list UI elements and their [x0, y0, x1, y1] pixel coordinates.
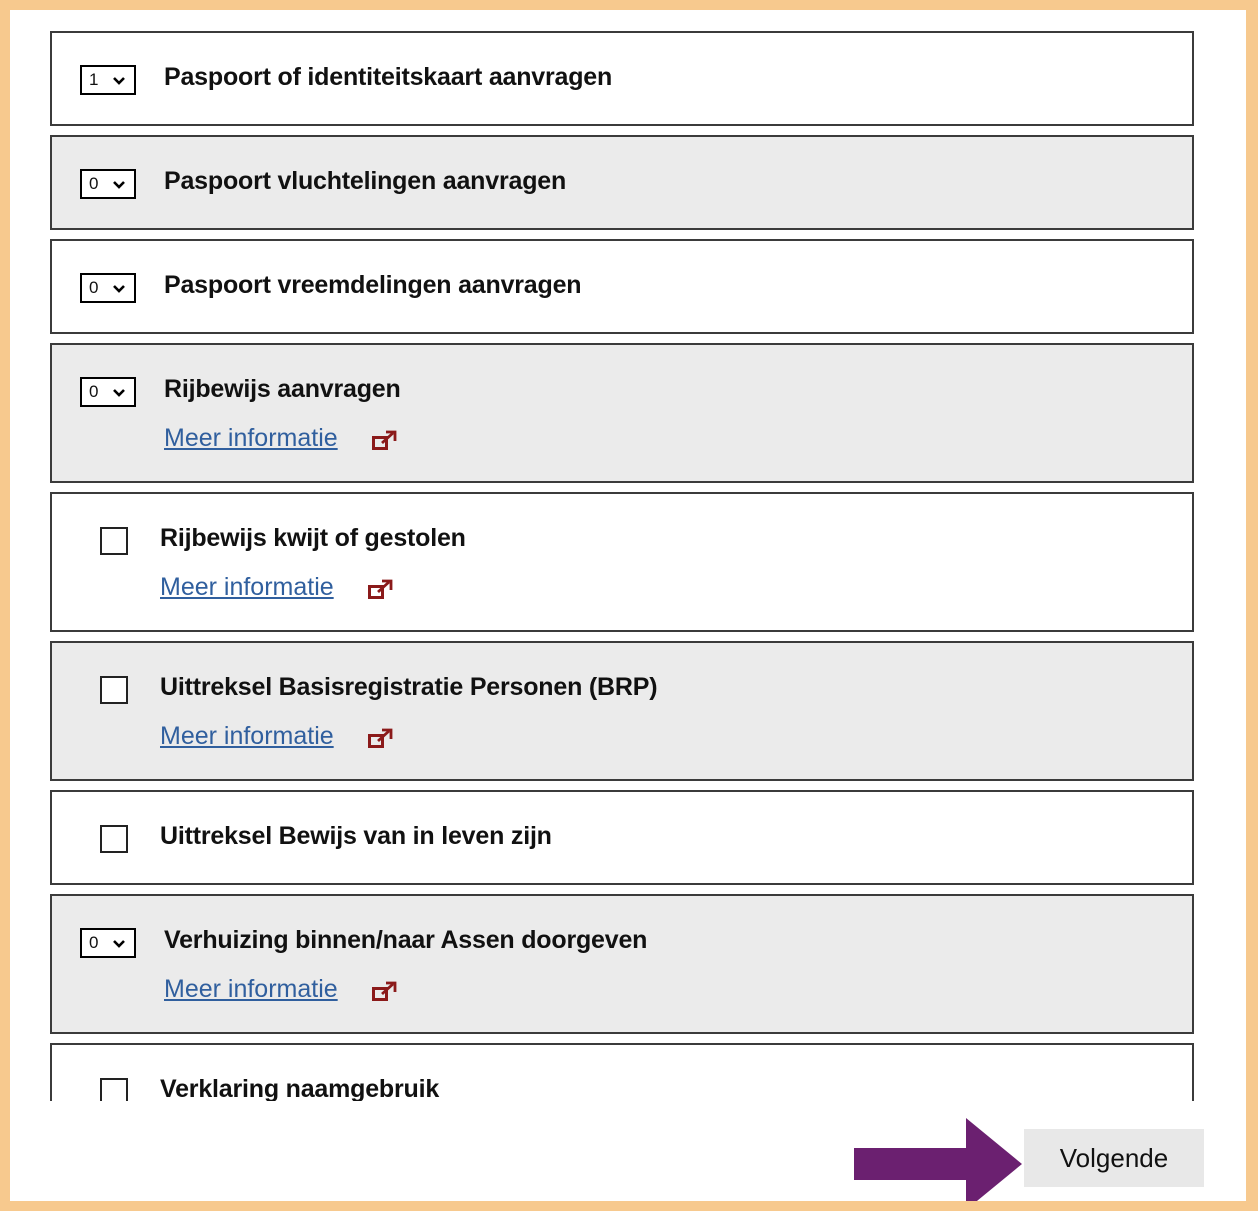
quantity-select[interactable]: 0 — [80, 928, 136, 958]
item-title: Paspoort vluchtelingen aanvragen — [164, 167, 567, 195]
list-item: 0 Verhuizing binnen/naar Assen doorgeven… — [50, 894, 1194, 1034]
more-info-link[interactable]: Meer informatie — [160, 722, 334, 751]
quantity-select[interactable]: 0 — [80, 169, 136, 199]
external-link-icon — [368, 579, 393, 599]
services-panel: 1 Paspoort of identiteitskaart aanvragen… — [10, 10, 1246, 1201]
list-item: 0 Paspoort vluchtelingen aanvragen — [50, 135, 1194, 230]
service-checkbox[interactable] — [100, 527, 128, 555]
chevron-down-icon — [113, 181, 125, 189]
more-info-link[interactable]: Meer informatie — [164, 975, 338, 1004]
service-checkbox[interactable] — [100, 825, 128, 853]
services-list: 1 Paspoort of identiteitskaart aanvragen… — [10, 10, 1246, 1101]
item-title: Verhuizing binnen/naar Assen doorgeven — [164, 926, 648, 954]
quantity-select[interactable]: 1 — [80, 65, 136, 95]
service-checkbox[interactable] — [100, 1078, 128, 1101]
more-info-link[interactable]: Meer informatie — [164, 424, 338, 453]
external-link-icon — [372, 981, 397, 1001]
arrow-right-icon — [854, 1118, 1022, 1201]
external-link-icon — [368, 728, 393, 748]
chevron-down-icon — [113, 389, 125, 397]
list-item: 0 Rijbewijs aanvragen Meer informatie — [50, 343, 1194, 483]
item-title: Rijbewijs aanvragen — [164, 375, 401, 403]
item-title: Paspoort of identiteitskaart aanvragen — [164, 63, 613, 91]
chevron-down-icon — [113, 940, 125, 948]
item-title: Verklaring naamgebruik — [160, 1075, 440, 1101]
more-info-link[interactable]: Meer informatie — [160, 573, 334, 602]
item-title: Uittreksel Bewijs van in leven zijn — [160, 822, 552, 850]
next-button[interactable]: Volgende — [1024, 1129, 1204, 1187]
list-item: 1 Paspoort of identiteitskaart aanvragen — [50, 31, 1194, 126]
chevron-down-icon — [113, 285, 125, 293]
list-item: Verklaring naamgebruik — [50, 1043, 1194, 1101]
list-item: 0 Paspoort vreemdelingen aanvragen — [50, 239, 1194, 334]
item-title: Paspoort vreemdelingen aanvragen — [164, 271, 582, 299]
item-title: Uittreksel Basisregistratie Personen (BR… — [160, 673, 658, 701]
service-checkbox[interactable] — [100, 676, 128, 704]
list-item: Uittreksel Basisregistratie Personen (BR… — [50, 641, 1194, 781]
quantity-select[interactable]: 0 — [80, 377, 136, 407]
list-item: Uittreksel Bewijs van in leven zijn — [50, 790, 1194, 885]
item-title: Rijbewijs kwijt of gestolen — [160, 524, 466, 552]
quantity-select[interactable]: 0 — [80, 273, 136, 303]
list-item: Rijbewijs kwijt of gestolen Meer informa… — [50, 492, 1194, 632]
external-link-icon — [372, 430, 397, 450]
chevron-down-icon — [113, 77, 125, 85]
